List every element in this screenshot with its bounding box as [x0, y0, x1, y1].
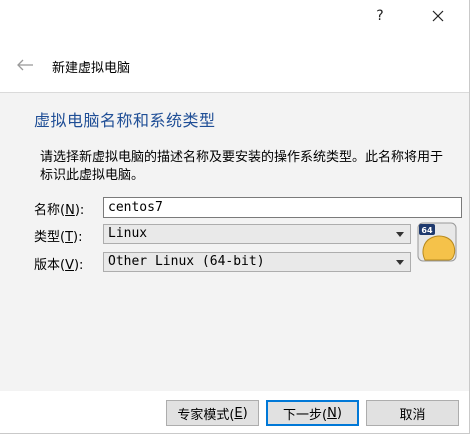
close-icon — [432, 10, 444, 22]
linux-os-icon: 64 — [417, 222, 457, 262]
name-label-key: N — [65, 203, 75, 218]
name-label-prefix: 名称( — [34, 203, 66, 218]
page-heading: 虚拟电脑名称和系统类型 — [34, 111, 216, 130]
type-label-suffix: ): — [73, 230, 83, 245]
type-label: 类型(T): — [34, 226, 82, 245]
dropdown-arrow-icon — [396, 232, 404, 237]
page-description: 请选择新虚拟电脑的描述名称及要安装的操作系统类型。此名称将用于标识此虚拟电脑。 — [40, 150, 444, 183]
version-select[interactable]: Other Linux (64-bit) — [103, 252, 411, 272]
version-label-key: V — [65, 258, 74, 273]
cancel-button[interactable]: 取消 — [366, 400, 459, 426]
type-label-prefix: 类型( — [34, 230, 66, 245]
name-label-suffix: ): — [74, 203, 85, 218]
name-and-os-page: 虚拟电脑名称和系统类型 请选择新虚拟电脑的描述名称及要安装的操作系统类型。此名称… — [0, 92, 469, 391]
close-button[interactable] — [420, 0, 456, 32]
expert-mode-suffix: ) — [242, 405, 248, 421]
type-select-value: Linux — [108, 226, 148, 241]
version-select-value: Other Linux (64-bit) — [108, 254, 265, 269]
next-prefix: 下一步( — [283, 407, 328, 423]
next-key: N — [327, 405, 337, 421]
os-icon-badge: 64 — [421, 226, 433, 235]
back-arrow-icon[interactable] — [16, 58, 34, 72]
expert-mode-button[interactable]: 专家模式(E) — [166, 400, 259, 426]
next-suffix: ) — [336, 405, 342, 421]
version-label: 版本(V): — [34, 254, 83, 273]
version-label-prefix: 版本( — [34, 258, 66, 273]
new-vm-dialog: ? 新建虚拟电脑 虚拟电脑名称和系统类型 请选择新虚拟电脑的描述名称及要安装的操… — [0, 0, 470, 434]
wizard-title: 新建虚拟电脑 — [52, 61, 131, 76]
expert-mode-prefix: 专家模式( — [177, 407, 235, 423]
dropdown-arrow-icon — [396, 260, 404, 265]
name-input[interactable]: centos7 — [103, 197, 462, 218]
type-select[interactable]: Linux — [103, 224, 411, 244]
name-label: 名称(N): — [34, 199, 84, 218]
version-label-suffix: ): — [73, 258, 84, 273]
expert-mode-key: E — [234, 405, 243, 421]
help-button[interactable]: ? — [362, 0, 398, 32]
type-label-key: T — [65, 230, 74, 245]
help-label: ? — [376, 8, 384, 24]
next-button[interactable]: 下一步(N) — [266, 400, 359, 426]
